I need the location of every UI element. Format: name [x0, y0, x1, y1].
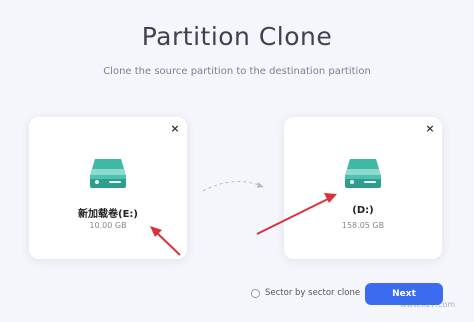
sector-by-sector-label: Sector by sector clone	[265, 288, 361, 298]
source-partition-card[interactable]: × 新加载卷(E:) 10.00 GB	[29, 117, 187, 259]
page-title: Partition Clone	[141, 22, 333, 51]
drive-icon	[345, 159, 381, 188]
close-icon[interactable]: ×	[169, 123, 181, 135]
sector-by-sector-option[interactable]: Sector by sector clone	[251, 288, 360, 298]
source-partition-size: 10.00 GB	[89, 221, 127, 230]
close-icon[interactable]: ×	[424, 123, 436, 135]
source-partition-label: 新加载卷(E:)	[78, 209, 138, 220]
clone-direction-connector	[202, 181, 264, 192]
sector-by-sector-radio[interactable]	[251, 288, 260, 298]
page-subtitle: Clone the source partition to the destin…	[103, 66, 371, 77]
destination-partition-label: (D:)	[352, 205, 374, 216]
destination-partition-card[interactable]: × (D:) 158.05 GB	[284, 117, 442, 259]
destination-partition-size: 158.05 GB	[341, 221, 385, 230]
watermark: www.xz7.com	[400, 300, 456, 309]
drive-icon	[90, 159, 126, 188]
